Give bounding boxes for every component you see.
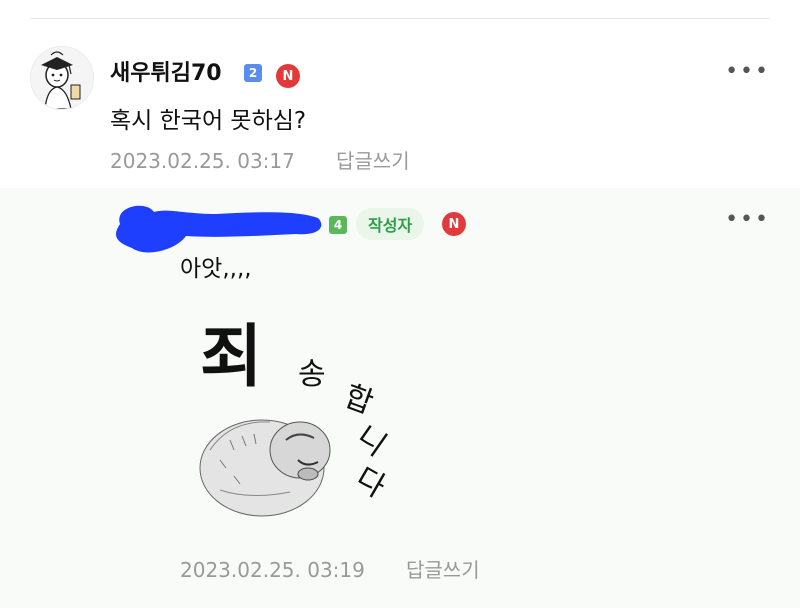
sticker-char: 송	[298, 357, 326, 392]
sticker-char: 다	[350, 461, 391, 505]
sticker-char: 합	[340, 379, 378, 421]
more-options-icon[interactable]: •••	[725, 61, 770, 83]
hamster-illustration	[199, 419, 331, 517]
redaction-scribble	[116, 205, 322, 253]
avatar[interactable]	[30, 46, 94, 110]
new-badge: N	[442, 212, 466, 236]
author-badge: 작성자	[356, 208, 425, 240]
level-badge: 4	[329, 216, 347, 234]
new-badge: N	[276, 64, 300, 88]
comment-date: 2023.02.25. 03:17	[110, 149, 295, 173]
avatar-cartoon-icon	[31, 47, 93, 109]
nickname[interactable]: 새우튀김70	[110, 59, 222, 89]
sticker-char: 니	[350, 419, 393, 464]
comment-text: 혹시 한국어 못하심?	[110, 108, 307, 134]
sticker-big-char: 죄	[200, 317, 263, 397]
sorry-sticker: 죄 송 합 니 다	[199, 317, 393, 517]
comment-date: 2023.02.25. 03:19	[180, 558, 365, 582]
reply-button[interactable]: 답글쓰기	[336, 146, 410, 176]
top-divider	[30, 18, 770, 19]
more-options-icon[interactable]: •••	[725, 209, 770, 231]
level-badge: 2	[244, 64, 262, 82]
comment-text: 아앗,,,,	[180, 256, 252, 282]
reply-button[interactable]: 답글쓰기	[406, 555, 480, 585]
